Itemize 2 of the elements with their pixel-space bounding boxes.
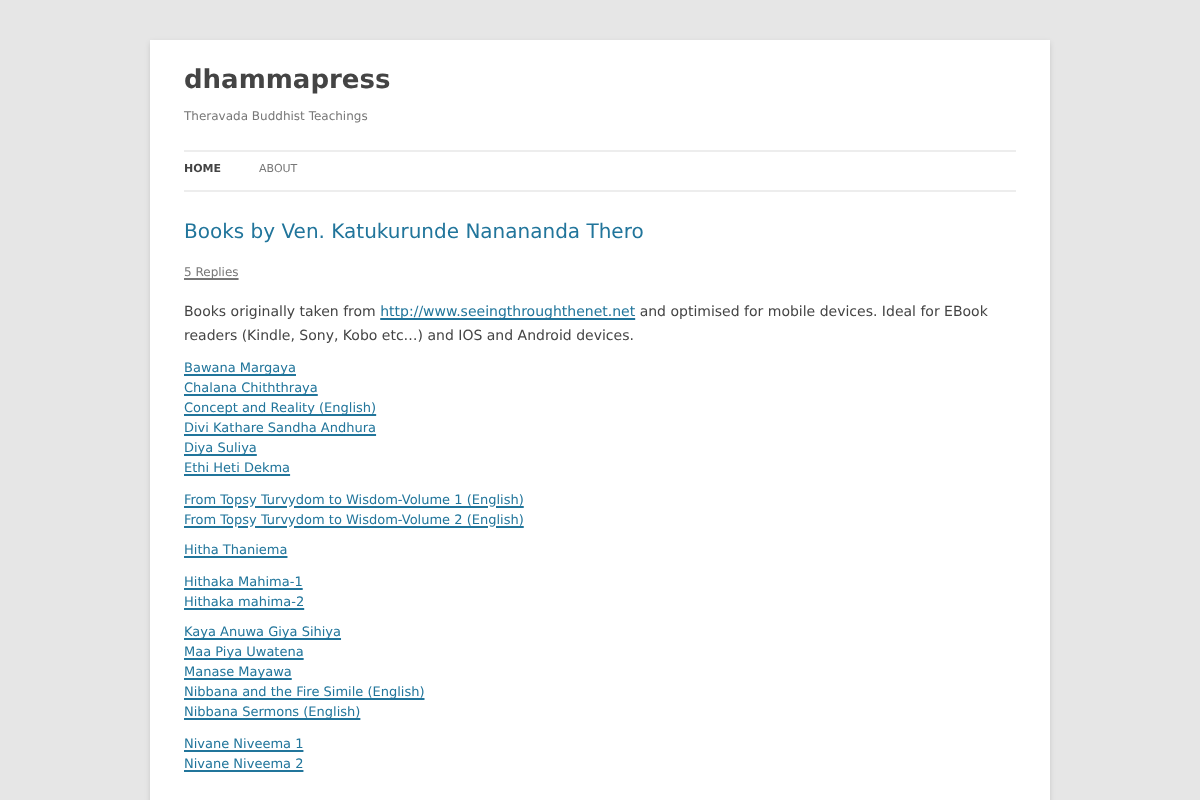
site-title[interactable]: dhammapress — [184, 64, 1016, 100]
post-title[interactable]: Books by Ven. Katukurunde Nanananda Thero — [184, 220, 1016, 248]
